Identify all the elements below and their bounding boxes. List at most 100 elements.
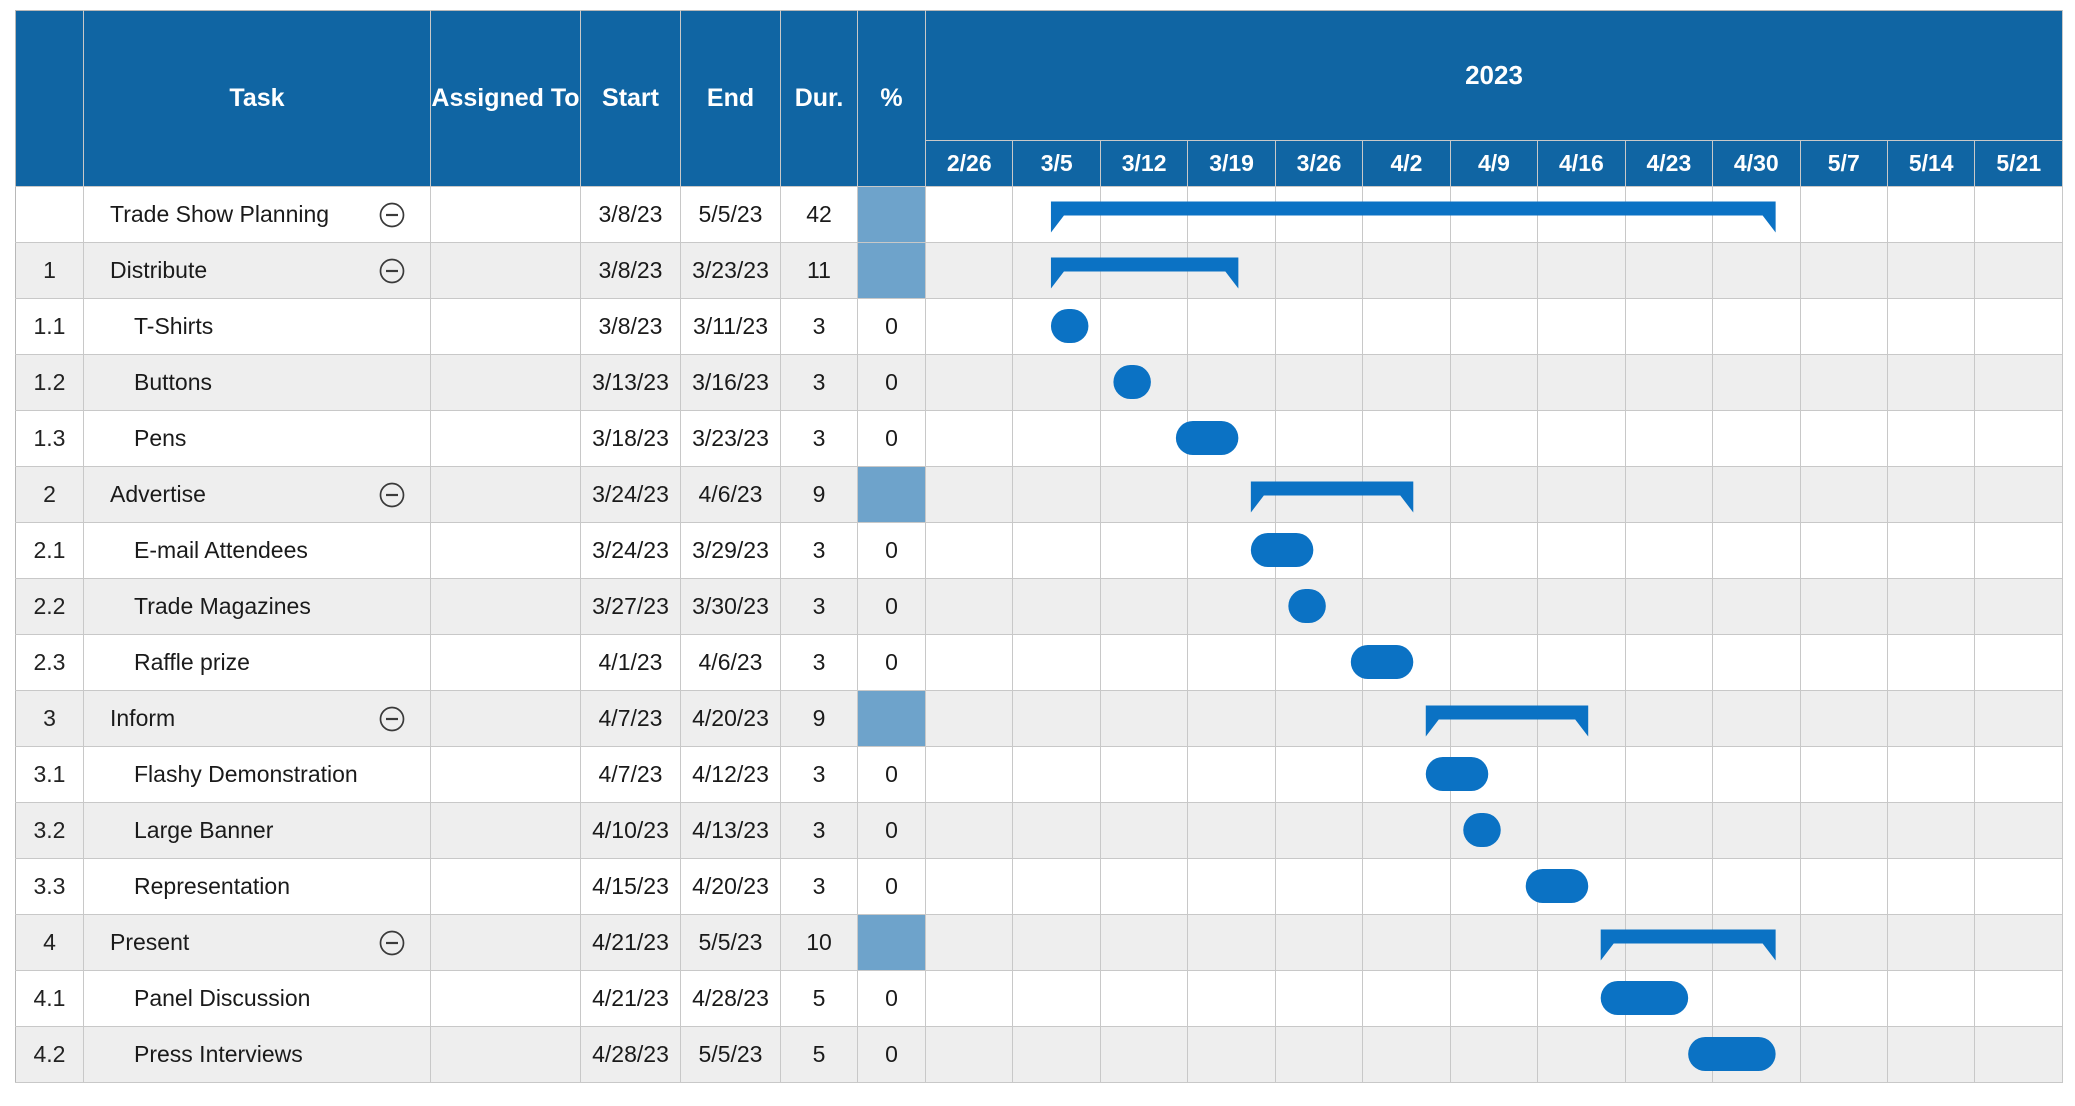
- table-row[interactable]: 2.1E-mail Attendees3/24/233/29/2330: [16, 523, 2063, 579]
- table-row[interactable]: 2Advertise3/24/234/6/239: [16, 467, 2063, 523]
- collapse-minus-icon[interactable]: [378, 929, 406, 957]
- row-percent[interactable]: 0: [858, 523, 926, 579]
- row-duration[interactable]: 3: [781, 523, 858, 579]
- row-start-date[interactable]: 3/24/23: [581, 467, 681, 523]
- column-header-end[interactable]: End: [681, 11, 781, 187]
- row-assigned-to[interactable]: [431, 803, 581, 859]
- row-duration[interactable]: 3: [781, 859, 858, 915]
- row-end-date[interactable]: 4/6/23: [681, 635, 781, 691]
- row-end-date[interactable]: 3/23/23: [681, 411, 781, 467]
- row-start-date[interactable]: 3/18/23: [581, 411, 681, 467]
- row-duration[interactable]: 3: [781, 803, 858, 859]
- row-task-cell[interactable]: E-mail Attendees: [84, 523, 431, 579]
- row-percent[interactable]: [858, 915, 926, 971]
- row-assigned-to[interactable]: [431, 467, 581, 523]
- row-task-cell[interactable]: Representation: [84, 859, 431, 915]
- row-task-cell[interactable]: Panel Discussion: [84, 971, 431, 1027]
- row-end-date[interactable]: 4/20/23: [681, 859, 781, 915]
- row-start-date[interactable]: 4/1/23: [581, 635, 681, 691]
- row-task-cell[interactable]: Trade Magazines: [84, 579, 431, 635]
- row-task-cell[interactable]: Trade Show Planning: [84, 187, 431, 243]
- table-row[interactable]: 3Inform4/7/234/20/239: [16, 691, 2063, 747]
- column-header-assigned-to[interactable]: Assigned To: [431, 11, 581, 187]
- row-percent[interactable]: [858, 467, 926, 523]
- row-start-date[interactable]: 4/7/23: [581, 747, 681, 803]
- row-duration[interactable]: 42: [781, 187, 858, 243]
- row-task-cell[interactable]: Raffle prize: [84, 635, 431, 691]
- row-task-cell[interactable]: Buttons: [84, 355, 431, 411]
- row-assigned-to[interactable]: [431, 915, 581, 971]
- row-assigned-to[interactable]: [431, 691, 581, 747]
- table-row[interactable]: 1.3Pens3/18/233/23/2330: [16, 411, 2063, 467]
- table-row[interactable]: 3.1Flashy Demonstration4/7/234/12/2330: [16, 747, 2063, 803]
- row-end-date[interactable]: 3/11/23: [681, 299, 781, 355]
- column-header-wbs[interactable]: [16, 11, 84, 187]
- row-duration[interactable]: 3: [781, 579, 858, 635]
- row-duration[interactable]: 11: [781, 243, 858, 299]
- table-row[interactable]: 3.3Representation4/15/234/20/2330: [16, 859, 2063, 915]
- row-duration[interactable]: 9: [781, 691, 858, 747]
- row-end-date[interactable]: 3/23/23: [681, 243, 781, 299]
- row-duration[interactable]: 3: [781, 299, 858, 355]
- row-assigned-to[interactable]: [431, 635, 581, 691]
- row-task-cell[interactable]: Distribute: [84, 243, 431, 299]
- row-assigned-to[interactable]: [431, 971, 581, 1027]
- row-duration[interactable]: 3: [781, 411, 858, 467]
- row-end-date[interactable]: 4/6/23: [681, 467, 781, 523]
- row-duration[interactable]: 3: [781, 635, 858, 691]
- row-percent[interactable]: [858, 691, 926, 747]
- row-percent[interactable]: 0: [858, 299, 926, 355]
- collapse-minus-icon[interactable]: [378, 257, 406, 285]
- row-task-cell[interactable]: T-Shirts: [84, 299, 431, 355]
- row-start-date[interactable]: 3/8/23: [581, 243, 681, 299]
- row-percent[interactable]: 0: [858, 635, 926, 691]
- row-percent[interactable]: [858, 243, 926, 299]
- table-row[interactable]: 3.2Large Banner4/10/234/13/2330: [16, 803, 2063, 859]
- row-assigned-to[interactable]: [431, 747, 581, 803]
- row-assigned-to[interactable]: [431, 411, 581, 467]
- row-start-date[interactable]: 4/28/23: [581, 1027, 681, 1083]
- table-row[interactable]: 4Present4/21/235/5/2310: [16, 915, 2063, 971]
- row-start-date[interactable]: 3/8/23: [581, 299, 681, 355]
- row-assigned-to[interactable]: [431, 1027, 581, 1083]
- row-duration[interactable]: 3: [781, 747, 858, 803]
- row-assigned-to[interactable]: [431, 523, 581, 579]
- row-percent[interactable]: 0: [858, 1027, 926, 1083]
- collapse-minus-icon[interactable]: [378, 481, 406, 509]
- row-task-cell[interactable]: Pens: [84, 411, 431, 467]
- row-percent[interactable]: 0: [858, 971, 926, 1027]
- row-start-date[interactable]: 3/8/23: [581, 187, 681, 243]
- table-row[interactable]: 1Distribute3/8/233/23/2311: [16, 243, 2063, 299]
- table-row[interactable]: 4.2Press Interviews4/28/235/5/2350: [16, 1027, 2063, 1083]
- collapse-minus-icon[interactable]: [378, 705, 406, 733]
- row-end-date[interactable]: 5/5/23: [681, 1027, 781, 1083]
- row-start-date[interactable]: 4/7/23: [581, 691, 681, 747]
- row-assigned-to[interactable]: [431, 243, 581, 299]
- row-assigned-to[interactable]: [431, 187, 581, 243]
- row-end-date[interactable]: 5/5/23: [681, 915, 781, 971]
- row-start-date[interactable]: 3/27/23: [581, 579, 681, 635]
- table-row[interactable]: 4.1Panel Discussion4/21/234/28/2350: [16, 971, 2063, 1027]
- row-end-date[interactable]: 3/29/23: [681, 523, 781, 579]
- row-percent[interactable]: 0: [858, 355, 926, 411]
- column-header-percent[interactable]: %: [858, 11, 926, 187]
- row-task-cell[interactable]: Inform: [84, 691, 431, 747]
- row-assigned-to[interactable]: [431, 859, 581, 915]
- row-assigned-to[interactable]: [431, 355, 581, 411]
- column-header-task[interactable]: Task: [84, 11, 431, 187]
- row-end-date[interactable]: 3/30/23: [681, 579, 781, 635]
- row-end-date[interactable]: 3/16/23: [681, 355, 781, 411]
- row-percent[interactable]: [858, 187, 926, 243]
- row-end-date[interactable]: 4/20/23: [681, 691, 781, 747]
- row-end-date[interactable]: 4/12/23: [681, 747, 781, 803]
- row-start-date[interactable]: 4/21/23: [581, 971, 681, 1027]
- row-percent[interactable]: 0: [858, 411, 926, 467]
- row-start-date[interactable]: 3/13/23: [581, 355, 681, 411]
- row-task-cell[interactable]: Present: [84, 915, 431, 971]
- row-assigned-to[interactable]: [431, 579, 581, 635]
- table-row[interactable]: 2.3Raffle prize4/1/234/6/2330: [16, 635, 2063, 691]
- column-header-duration[interactable]: Dur.: [781, 11, 858, 187]
- row-task-cell[interactable]: Flashy Demonstration: [84, 747, 431, 803]
- row-end-date[interactable]: 5/5/23: [681, 187, 781, 243]
- row-task-cell[interactable]: Advertise: [84, 467, 431, 523]
